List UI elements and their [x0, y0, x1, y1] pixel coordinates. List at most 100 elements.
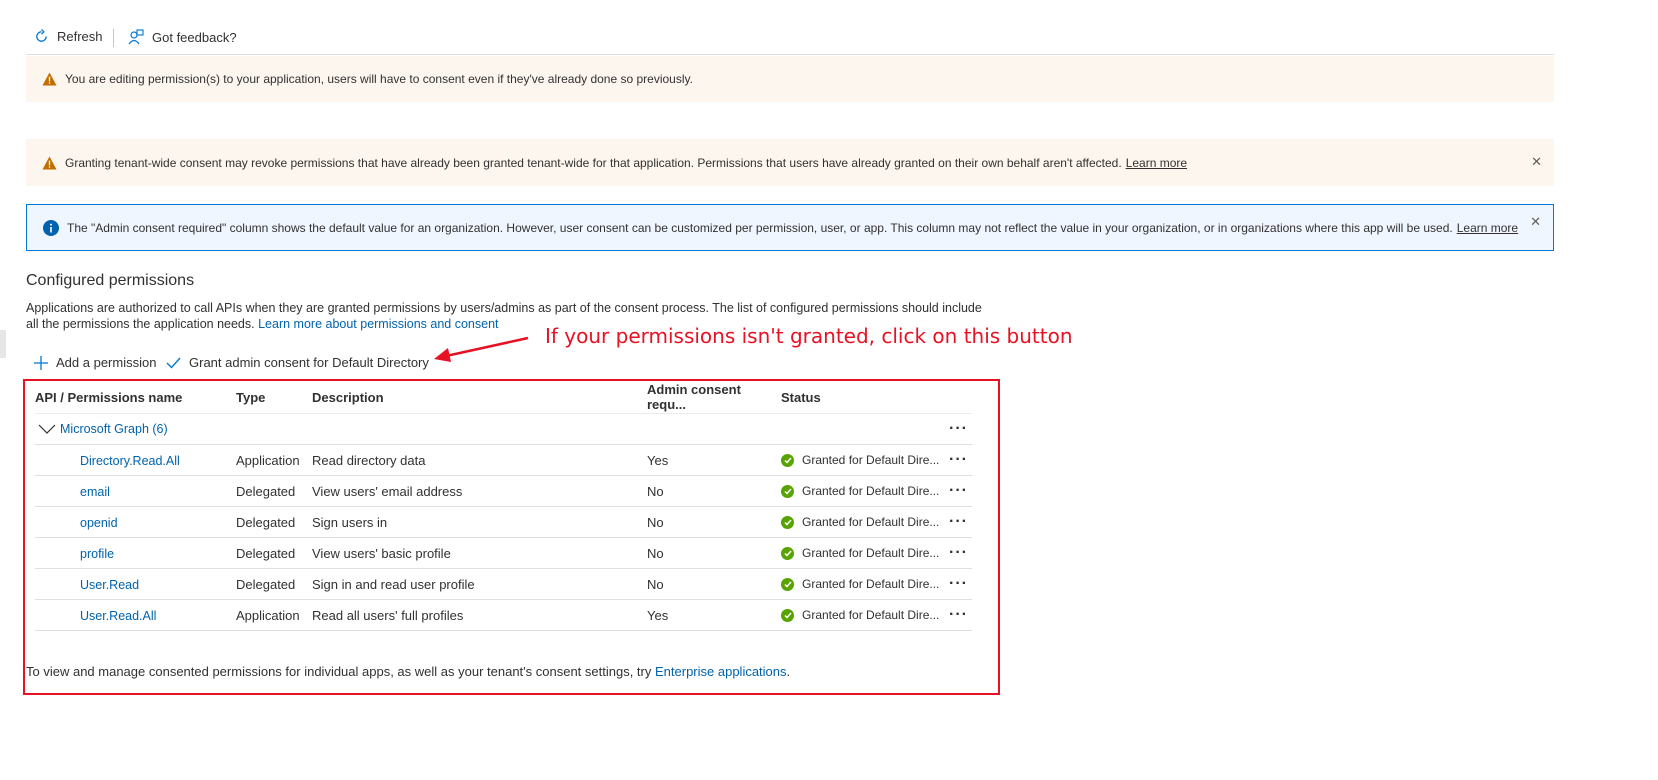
table-row[interactable]: profile Delegated View users' basic profil… — [35, 537, 972, 569]
granted-check-icon — [781, 453, 794, 467]
annotation-arrow — [434, 336, 529, 362]
more-icon[interactable]: ··· — [945, 506, 972, 538]
tenant-learn-more-link[interactable]: Learn more — [1126, 156, 1187, 170]
admin-consent-required: Yes — [647, 444, 781, 476]
permission-type: Delegated — [236, 475, 312, 507]
close-icon[interactable]: ✕ — [1531, 155, 1542, 168]
section-description-line2: all the permissions the application need… — [26, 317, 255, 331]
granted-check-icon — [781, 484, 794, 498]
status-text: Granted for Default Dire... — [802, 515, 940, 529]
status-cell: Granted for Default Dire... — [781, 608, 945, 622]
permission-description: Sign users in — [312, 506, 647, 538]
column-header-name[interactable]: API / Permissions name — [35, 381, 236, 414]
admin-consent-info-banner: The "Admin consent required" column show… — [26, 204, 1554, 251]
admin-consent-required: No — [647, 475, 781, 507]
editing-warning-banner: You are editing permission(s) to your ap… — [26, 56, 1554, 102]
more-icon[interactable]: ··· — [945, 537, 972, 569]
grant-admin-consent-button[interactable]: Grant admin consent for Default Director… — [166, 355, 429, 370]
table-row[interactable]: User.Read.All Application Read all users' … — [35, 599, 972, 631]
permission-name-link[interactable]: User.Read.All — [35, 609, 156, 623]
feedback-icon — [128, 29, 144, 45]
info-learn-more-link[interactable]: Learn more — [1457, 221, 1518, 235]
more-icon[interactable]: ··· — [945, 568, 972, 600]
granted-check-icon — [781, 577, 794, 591]
permissions-consent-link[interactable]: Learn more about permissions and consent — [258, 317, 498, 331]
admin-consent-required: No — [647, 506, 781, 538]
table-row[interactable]: User.Read Delegated Sign in and read user … — [35, 568, 972, 600]
footer-period: . — [786, 664, 791, 679]
granted-check-icon — [781, 515, 794, 529]
permission-description: Read directory data — [312, 444, 647, 476]
permission-name-link[interactable]: email — [35, 485, 110, 499]
info-icon — [43, 219, 59, 236]
status-text: Granted for Default Dire... — [802, 546, 940, 560]
more-icon[interactable]: ··· — [945, 475, 972, 507]
feedback-button[interactable]: Got feedback? — [128, 29, 237, 45]
permission-type: Delegated — [236, 537, 312, 569]
annotation-text: If your permissions isn't granted, click… — [545, 324, 1073, 348]
permission-name-link[interactable]: User.Read — [35, 578, 139, 592]
status-text: Granted for Default Dire... — [802, 484, 940, 498]
status-cell: Granted for Default Dire... — [781, 546, 945, 560]
warning-icon — [42, 155, 57, 170]
column-header-type[interactable]: Type — [236, 381, 312, 414]
toolbar-divider — [26, 54, 1554, 55]
status-text: Granted for Default Dire... — [802, 453, 940, 467]
close-icon[interactable]: ✕ — [1530, 215, 1541, 228]
side-tab — [0, 330, 6, 358]
permission-type: Delegated — [236, 568, 312, 600]
admin-consent-required: Yes — [647, 599, 781, 631]
feedback-label: Got feedback? — [152, 29, 237, 45]
section-description-line1: Applications are authorized to call APIs… — [26, 301, 982, 315]
admin-consent-required: No — [647, 537, 781, 569]
group-label: Microsoft Graph (6) — [60, 422, 168, 436]
column-header-description[interactable]: Description — [312, 381, 647, 414]
permission-description: Sign in and read user profile — [312, 568, 647, 600]
more-icon[interactable]: ··· — [945, 599, 972, 631]
group-row[interactable]: Microsoft Graph (6) ··· — [35, 413, 972, 445]
enterprise-applications-link[interactable]: Enterprise applications — [655, 664, 787, 679]
grant-admin-consent-label: Grant admin consent for Default Director… — [189, 355, 429, 370]
permission-type: Application — [236, 599, 312, 631]
microsoft-graph-group[interactable]: Microsoft Graph (6) — [35, 422, 945, 436]
table-header-row: API / Permissions name Type Description … — [35, 381, 972, 414]
permission-type: Application — [236, 444, 312, 476]
granted-check-icon — [781, 608, 794, 622]
status-text: Granted for Default Dire... — [802, 608, 940, 622]
permissions-table: API / Permissions name Type Description … — [35, 381, 972, 631]
footer-text: To view and manage consented permissions… — [26, 664, 652, 679]
editing-warning-text: You are editing permission(s) to your ap… — [65, 72, 693, 86]
tenant-warning-text: Granting tenant-wide consent may revoke … — [65, 155, 1122, 170]
permission-name-link[interactable]: openid — [35, 516, 118, 530]
plus-icon — [34, 355, 48, 370]
add-permission-button[interactable]: Add a permission — [34, 355, 156, 370]
more-icon[interactable]: ··· — [945, 444, 972, 476]
table-row[interactable]: Directory.Read.All Application Read direct… — [35, 444, 972, 476]
column-header-admin-consent[interactable]: Admin consent requ... — [647, 381, 781, 414]
status-cell: Granted for Default Dire... — [781, 577, 945, 591]
status-cell: Granted for Default Dire... — [781, 453, 945, 467]
table-row[interactable]: openid Delegated Sign users in No Granted fo… — [35, 506, 972, 538]
checkmark-icon — [166, 357, 181, 369]
permission-description: Read all users' full profiles — [312, 599, 647, 631]
table-row[interactable]: email Delegated View users' email address N… — [35, 475, 972, 507]
footer-note: To view and manage consented permissions… — [26, 664, 790, 679]
permission-type: Delegated — [236, 506, 312, 538]
granted-check-icon — [781, 546, 794, 560]
refresh-button[interactable]: Refresh — [34, 29, 103, 44]
chevron-down-icon — [38, 424, 56, 434]
permission-name-link[interactable]: Directory.Read.All — [35, 454, 180, 468]
refresh-icon — [36, 29, 47, 42]
toolbar-separator — [113, 29, 114, 47]
tenant-warning-banner: Granting tenant-wide consent may revoke … — [26, 139, 1554, 186]
status-cell: Granted for Default Dire... — [781, 484, 945, 498]
column-header-status[interactable]: Status — [781, 381, 945, 414]
permission-name-link[interactable]: profile — [35, 547, 114, 561]
warning-icon — [42, 72, 57, 86]
section-title: Configured permissions — [26, 272, 195, 289]
more-icon[interactable]: ··· — [945, 413, 972, 445]
status-text: Granted for Default Dire... — [802, 577, 940, 591]
permission-description: View users' email address — [312, 475, 647, 507]
admin-consent-required: No — [647, 568, 781, 600]
add-permission-label: Add a permission — [56, 355, 157, 370]
